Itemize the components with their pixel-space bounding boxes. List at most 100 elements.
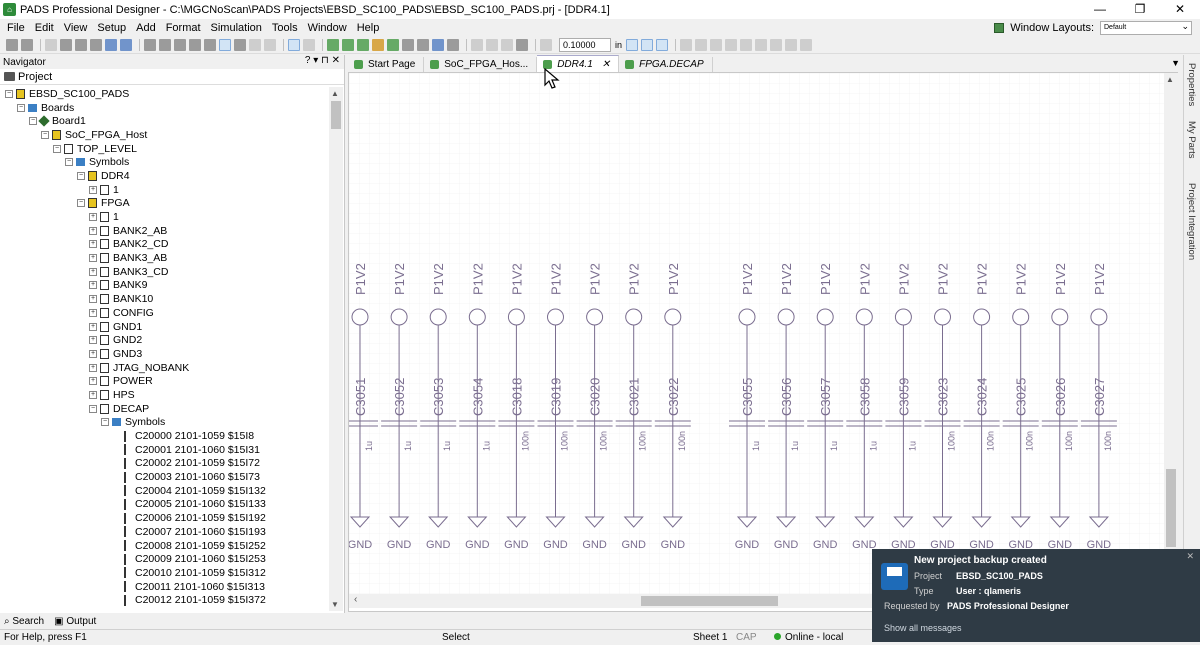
tree-item[interactable]: +1: [0, 183, 330, 197]
collapse-icon[interactable]: −: [77, 199, 85, 208]
expand-icon[interactable]: +: [89, 336, 97, 345]
tree-item[interactable]: C20001 2101-1060 $15I31: [0, 443, 330, 457]
menu-help[interactable]: Help: [352, 22, 385, 34]
grid-size-input[interactable]: [559, 37, 611, 52]
tree-item[interactable]: + BANK2_AB: [0, 224, 330, 238]
collapse-icon[interactable]: −: [17, 103, 25, 112]
tab-close-icon[interactable]: ✕: [602, 59, 610, 70]
tab-list-dropdown-icon[interactable]: ▼: [1171, 58, 1180, 68]
snap-grid-icon[interactable]: [626, 38, 639, 51]
tab-fpga-decap[interactable]: FPGA.DECAP: [619, 57, 713, 72]
expand-icon[interactable]: +: [89, 377, 97, 386]
tab-soc-fpga-host[interactable]: SoC_FPGA_Hos...: [424, 57, 538, 72]
add-port-icon[interactable]: [387, 38, 399, 51]
maximize-button[interactable]: ❐: [1120, 0, 1160, 19]
tree-item[interactable]: C20004 2101-1059 $15I132: [0, 484, 330, 498]
zoom-out-icon[interactable]: [174, 38, 186, 51]
tree-item[interactable]: − FPGA: [0, 197, 330, 211]
expand-icon[interactable]: +: [89, 226, 97, 235]
add-component-icon[interactable]: [327, 38, 339, 51]
tree-item[interactable]: C20003 2101-1060 $15I73: [0, 470, 330, 484]
expand-icon[interactable]: +: [89, 267, 97, 276]
menu-format[interactable]: Format: [161, 22, 206, 34]
project-integration-rail-tab[interactable]: Project Integration: [1186, 183, 1197, 260]
align-left-icon[interactable]: [680, 38, 693, 51]
space-horizontal-icon[interactable]: [770, 38, 783, 51]
collapse-icon[interactable]: −: [41, 130, 49, 139]
snap-pin-icon[interactable]: [641, 38, 654, 51]
navigator-scroll-thumb[interactable]: [331, 101, 341, 129]
expand-icon[interactable]: +: [89, 281, 97, 290]
menu-setup[interactable]: Setup: [92, 22, 131, 34]
expand-icon[interactable]: +: [89, 390, 97, 399]
tree-item[interactable]: C20006 2101-1059 $15I192: [0, 511, 330, 525]
show-all-messages-link[interactable]: Show all messages: [884, 623, 1200, 633]
minimize-button[interactable]: —: [1080, 0, 1120, 19]
tree-item[interactable]: C20000 2101-1059 $15I8: [0, 429, 330, 443]
tree-item[interactable]: − SoC_FPGA_Host: [0, 128, 330, 142]
tree-item[interactable]: +1: [0, 210, 330, 224]
tree-item[interactable]: + HPS: [0, 388, 330, 402]
expand-icon[interactable]: +: [89, 308, 97, 317]
collapse-icon[interactable]: −: [53, 144, 61, 153]
tree-item[interactable]: + GND2: [0, 333, 330, 347]
properties-rail-tab[interactable]: Properties: [1186, 63, 1197, 106]
pan-icon[interactable]: [303, 38, 315, 51]
undo-icon[interactable]: [105, 38, 117, 51]
tab-start-page[interactable]: Start Page: [348, 57, 425, 72]
search-tab[interactable]: ⌕ Search: [4, 616, 44, 627]
add-graphic-icon[interactable]: [417, 38, 429, 51]
scroll-left-icon[interactable]: ‹: [354, 594, 357, 605]
distribute-icon[interactable]: [264, 38, 276, 51]
align-middle-icon[interactable]: [740, 38, 753, 51]
find-icon[interactable]: [90, 38, 102, 51]
print-icon[interactable]: [21, 38, 33, 51]
my-parts-rail-tab[interactable]: My Parts: [1186, 121, 1197, 158]
menu-add[interactable]: Add: [131, 22, 161, 34]
collapse-icon[interactable]: −: [77, 171, 85, 180]
expand-icon[interactable]: +: [89, 213, 97, 222]
add-net-name-icon[interactable]: [372, 38, 384, 51]
expand-icon[interactable]: +: [89, 349, 97, 358]
collapse-icon[interactable]: −: [5, 89, 13, 98]
tree-item[interactable]: C20008 2101-1059 $15I252: [0, 539, 330, 553]
tree-item[interactable]: − Board1: [0, 114, 330, 128]
menu-simulation[interactable]: Simulation: [206, 22, 267, 34]
grid-icon[interactable]: [540, 38, 552, 51]
new-icon[interactable]: [6, 38, 18, 51]
expand-icon[interactable]: +: [89, 322, 97, 331]
zoom-prev-icon[interactable]: [204, 38, 216, 51]
expand-icon[interactable]: +: [89, 240, 97, 249]
project-tab[interactable]: Project: [0, 69, 344, 85]
zoom-fit-icon[interactable]: [144, 38, 156, 51]
navigator-scrollbar[interactable]: ▲ ▼: [329, 87, 343, 611]
tree-item[interactable]: + GND3: [0, 347, 330, 361]
tree-item[interactable]: − TOP_LEVEL: [0, 142, 330, 156]
schematic-canvas[interactable]: P1V2 C3051 1u GND P1V2 C3052 1u GND P1V2 C3053 1u G…: [348, 72, 1178, 612]
add-symbol-icon[interactable]: [447, 38, 459, 51]
expand-icon[interactable]: +: [89, 295, 97, 304]
delete-icon[interactable]: [486, 38, 498, 51]
tree-item[interactable]: − Symbols: [0, 155, 330, 169]
tree-item[interactable]: + CONFIG: [0, 306, 330, 320]
menu-view[interactable]: View: [59, 22, 93, 34]
add-text-icon[interactable]: [402, 38, 414, 51]
mirror-icon[interactable]: [516, 38, 528, 51]
tree-item[interactable]: − Boards: [0, 101, 330, 115]
paste-icon[interactable]: [75, 38, 87, 51]
zoom-in-icon[interactable]: [159, 38, 171, 51]
add-property-icon[interactable]: [432, 38, 444, 51]
canvas-hscroll-thumb[interactable]: [641, 596, 778, 606]
notification-close-icon[interactable]: ✕: [1186, 551, 1194, 562]
tree-item[interactable]: + BANK3_CD: [0, 265, 330, 279]
canvas-vscrollbar[interactable]: ▲: [1164, 73, 1178, 595]
output-tab[interactable]: ▣ Output: [54, 616, 96, 627]
tree-item[interactable]: + JTAG_NOBANK: [0, 361, 330, 375]
align-center-icon[interactable]: [695, 38, 708, 51]
menu-file[interactable]: File: [2, 22, 30, 34]
space-vertical-icon[interactable]: [785, 38, 798, 51]
navigator-controls[interactable]: ? ▾ ⊓ ✕: [305, 55, 340, 66]
tree-item[interactable]: C20007 2101-1060 $15I193: [0, 525, 330, 539]
tree-item[interactable]: C20002 2101-1059 $15I72: [0, 457, 330, 471]
tree-item[interactable]: + POWER: [0, 374, 330, 388]
